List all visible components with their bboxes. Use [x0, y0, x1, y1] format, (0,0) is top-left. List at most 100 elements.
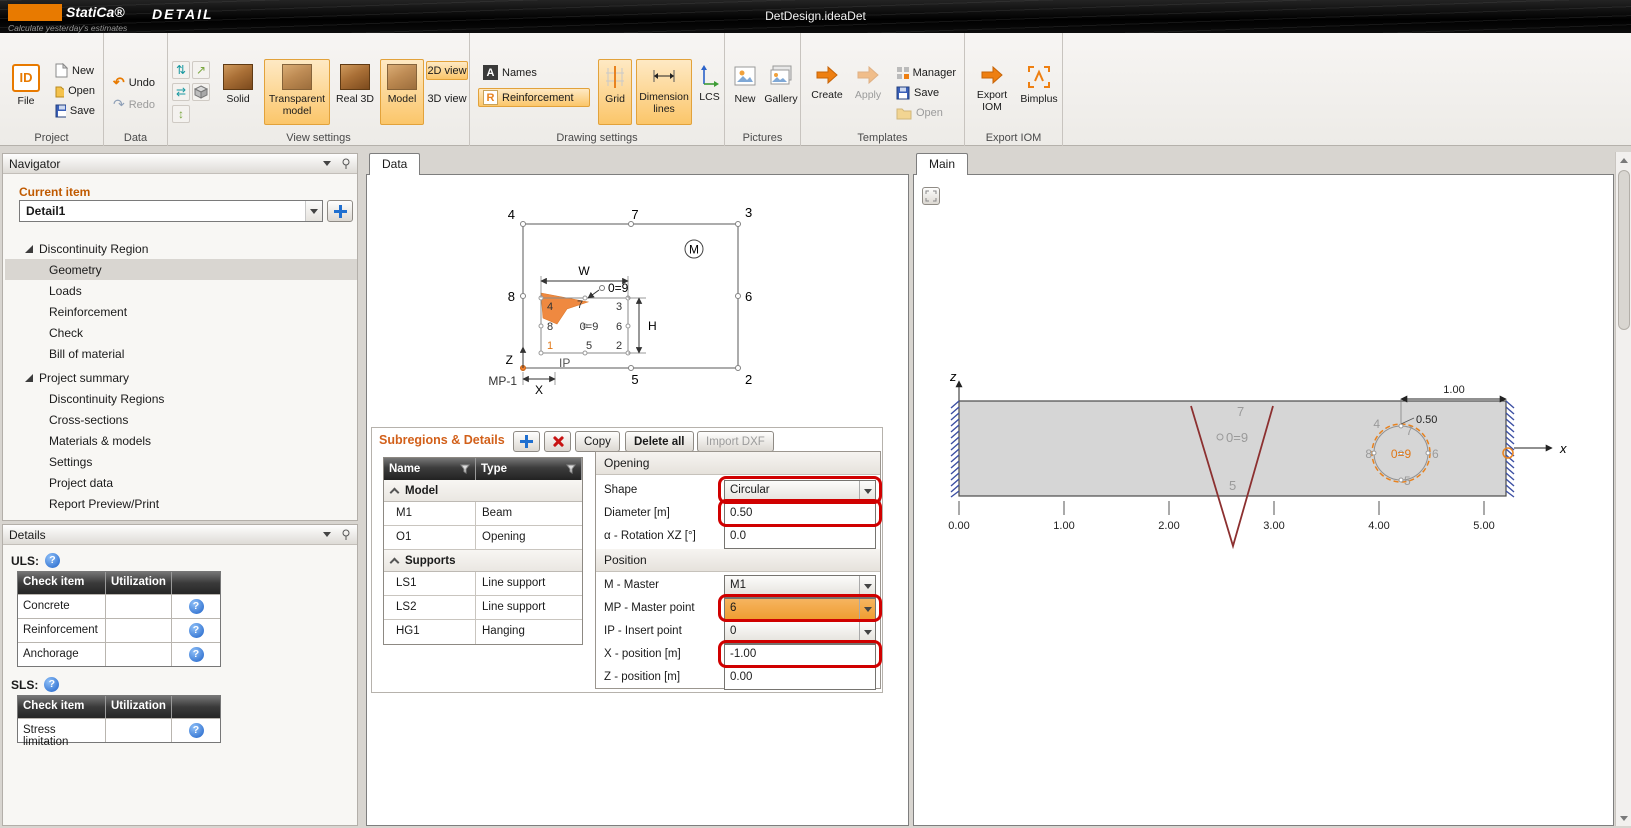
delete-all-button[interactable]: Delete all — [625, 431, 694, 452]
scroll-up-button[interactable] — [1618, 154, 1630, 166]
tree-item-reinforcement[interactable]: Reinforcement — [5, 301, 357, 322]
help-icon[interactable] — [189, 723, 204, 738]
new-button[interactable]: New — [50, 61, 100, 80]
filter-funnel-icon[interactable] — [460, 464, 470, 474]
table-row[interactable]: Reinforcement — [18, 618, 220, 642]
tree-item-check[interactable]: Check — [5, 322, 357, 343]
view-tool-button-4[interactable] — [192, 83, 210, 101]
scroll-down-button[interactable] — [1618, 812, 1630, 824]
table-row-hg1[interactable]: HG1 Hanging — [384, 620, 582, 644]
vertical-scrollbar[interactable] — [1615, 152, 1631, 826]
view-tool-button-5[interactable]: ↕ — [172, 105, 190, 123]
reinforcement-button[interactable]: Reinforcement — [478, 88, 590, 107]
z-position-input[interactable]: 0.00 — [724, 667, 876, 690]
scrollbar-thumb[interactable] — [1618, 170, 1630, 330]
tree-item-discontinuity-regions[interactable]: Discontinuity Regions — [5, 388, 357, 409]
tab-data[interactable]: Data — [369, 153, 420, 175]
x-position-input[interactable]: -1.00 — [724, 644, 876, 667]
tree-item-project-data[interactable]: Project data — [5, 472, 357, 493]
open-button[interactable]: Open — [50, 81, 100, 100]
view-2d-button[interactable]: 2D view — [426, 61, 468, 80]
group-row-supports[interactable]: Supports — [384, 550, 582, 572]
master-select[interactable]: M1 — [724, 575, 876, 598]
save-button[interactable]: Save — [50, 101, 100, 120]
help-icon[interactable] — [189, 623, 204, 638]
lcs-button[interactable]: LCS — [696, 59, 723, 125]
table-row[interactable]: Stress limitation — [18, 718, 220, 742]
tree-item-report-preview[interactable]: Report Preview/Print — [5, 493, 357, 514]
pin-icon[interactable] — [341, 158, 351, 170]
shape-select[interactable]: Circular — [724, 480, 876, 503]
export-iom-button[interactable]: Export IOM — [969, 59, 1015, 125]
table-row-o1[interactable]: O1 Opening — [384, 526, 582, 550]
view-tool-button-3[interactable]: ⇄ — [172, 83, 190, 101]
add-subregion-button[interactable] — [513, 431, 540, 452]
table-row-ls1[interactable]: LS1 Line support — [384, 572, 582, 596]
help-icon[interactable] — [189, 599, 204, 614]
file-button[interactable]: File — [6, 59, 46, 123]
bimplus-button[interactable]: Bimplus — [1017, 59, 1061, 125]
help-icon[interactable] — [44, 677, 59, 692]
table-row-m1[interactable]: M1 Beam — [384, 502, 582, 526]
tab-main[interactable]: Main — [916, 153, 968, 175]
view-tool-button-1[interactable]: ⇅ — [172, 61, 190, 79]
current-item-select[interactable]: Detail1 — [19, 200, 323, 222]
add-detail-button[interactable] — [327, 200, 353, 222]
pin-icon[interactable] — [341, 529, 351, 541]
chevron-down-icon[interactable] — [323, 161, 331, 166]
dimension-lines-button[interactable]: Dimension lines — [636, 59, 692, 125]
master-point-select[interactable]: 6 — [724, 598, 876, 621]
view-tool-button-2[interactable]: ↗ — [192, 61, 210, 79]
import-dxf-button[interactable]: Import DXF — [697, 431, 774, 452]
rotation-input[interactable]: 0.0 — [724, 526, 876, 549]
filter-funnel-icon[interactable] — [566, 464, 576, 474]
redo-button[interactable]: Redo — [108, 95, 162, 114]
expander-icon[interactable] — [25, 374, 33, 382]
expander-icon[interactable] — [25, 245, 33, 253]
picture-new-button[interactable]: New — [729, 59, 761, 125]
copy-button[interactable]: Copy — [575, 431, 620, 452]
section-position[interactable]: Position — [596, 549, 880, 572]
lcs-axes-icon — [700, 64, 720, 88]
table-row[interactable]: Concrete — [18, 594, 220, 618]
real-3d-button[interactable]: Real 3D — [332, 59, 378, 125]
column-header-name[interactable]: Name — [384, 458, 476, 480]
tree-item-geometry[interactable]: Geometry — [5, 259, 357, 280]
document-title: DetDesign.ideaDet — [765, 9, 866, 23]
view-3d-button[interactable]: 3D view — [426, 89, 468, 108]
group-row-model[interactable]: Model — [384, 480, 582, 502]
model-button[interactable]: Model — [380, 59, 424, 125]
main-drawing[interactable]: z x 7 0=9 5 7 8 0=9 6 5 — [914, 175, 1613, 825]
tree-item-settings[interactable]: Settings — [5, 451, 357, 472]
chevron-down-icon[interactable] — [323, 532, 331, 537]
table-row-ls2[interactable]: LS2 Line support — [384, 596, 582, 620]
tree-item-discontinuity-region[interactable]: Discontinuity Region — [5, 238, 357, 259]
grid-button[interactable]: Grid — [598, 59, 632, 125]
names-button[interactable]: Names — [478, 63, 590, 82]
template-open-button[interactable]: Open — [891, 103, 961, 122]
column-header-type[interactable]: Type — [476, 458, 582, 480]
tree-item-materials-models[interactable]: Materials & models — [5, 430, 357, 451]
diameter-input[interactable]: 0.50 — [724, 503, 876, 526]
arrow-down-icon — [1620, 816, 1628, 821]
section-opening[interactable]: Opening — [596, 452, 880, 475]
tree-item-project-summary[interactable]: Project summary — [5, 367, 357, 388]
tree-item-cross-sections[interactable]: Cross-sections — [5, 409, 357, 430]
template-save-button[interactable]: Save — [891, 83, 961, 102]
solid-button[interactable]: Solid — [214, 59, 262, 125]
insert-point-select[interactable]: 0 — [724, 621, 876, 644]
template-apply-button[interactable]: Apply — [849, 59, 887, 125]
template-manager-button[interactable]: Manager — [891, 63, 961, 82]
help-icon[interactable] — [189, 647, 204, 662]
svg-text:7: 7 — [1237, 404, 1244, 419]
help-icon[interactable] — [45, 553, 60, 568]
tree-item-bill-of-material[interactable]: Bill of material — [5, 343, 357, 364]
gallery-button[interactable]: Gallery — [763, 59, 799, 125]
delete-subregion-button[interactable] — [544, 431, 571, 452]
tree-item-loads[interactable]: Loads — [5, 280, 357, 301]
transparent-model-button[interactable]: Transparent model — [264, 59, 330, 125]
table-row[interactable]: Anchorage — [18, 642, 220, 666]
undo-button[interactable]: Undo — [108, 73, 162, 92]
template-create-button[interactable]: Create — [807, 59, 847, 125]
svg-text:2.00: 2.00 — [1158, 520, 1179, 532]
